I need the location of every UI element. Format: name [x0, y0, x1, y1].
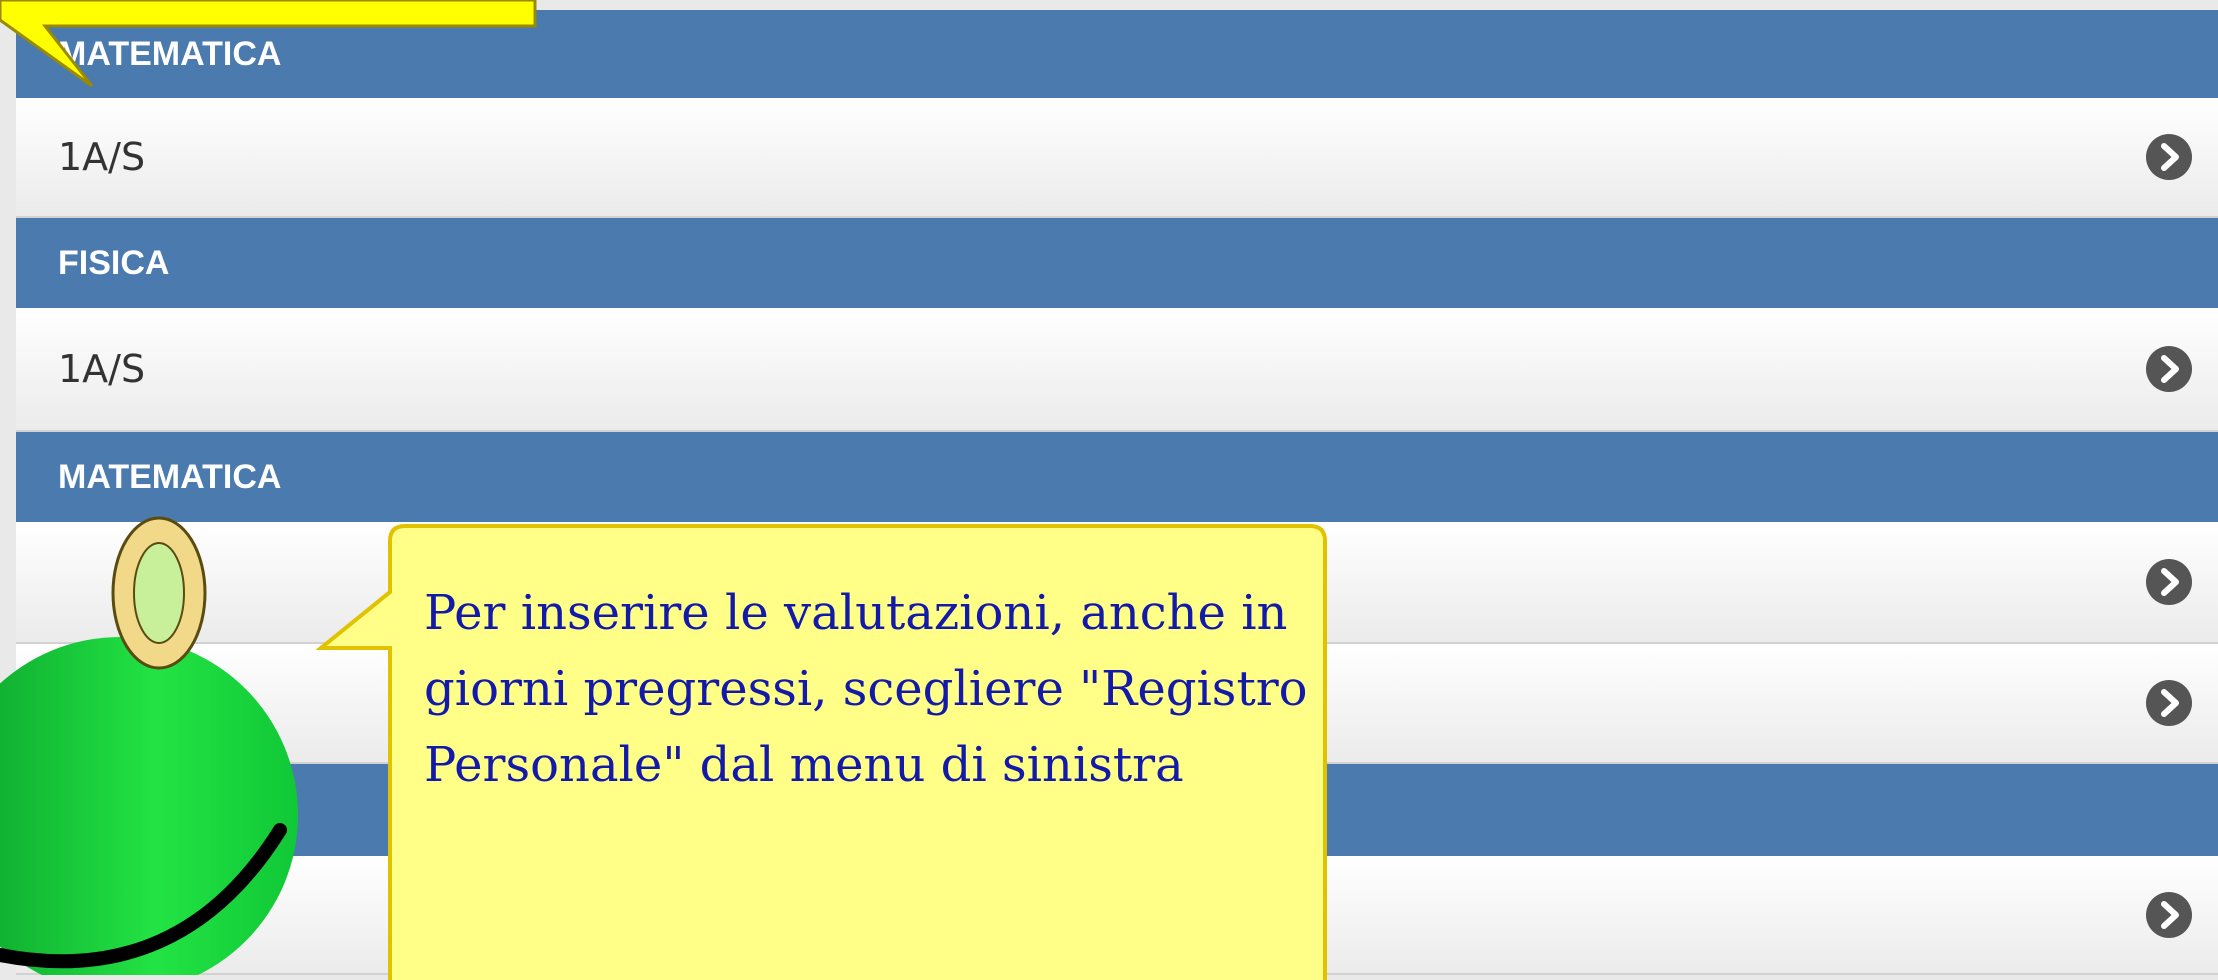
list-item-label: 1A/S — [58, 135, 146, 179]
list-item-1as[interactable]: 1A/S — [16, 98, 2218, 218]
list-header-matematica: MATEMATICA — [16, 432, 2218, 522]
chevron-right-icon — [2146, 680, 2192, 726]
list-item-1as[interactable]: 1A/S — [16, 308, 2218, 432]
list-header-label: MATEMATICA — [58, 457, 282, 496]
chevron-right-icon — [2146, 891, 2192, 938]
chevron-right-icon — [2146, 559, 2192, 605]
top-callout-bubble — [0, 0, 537, 88]
smiley-mascot-icon — [0, 516, 298, 975]
list-header-label: FISICA — [58, 243, 170, 282]
list-item-label: 1A/S — [58, 347, 146, 391]
tutorial-bubble-text: Per inserire le valutazioni, anche in gi… — [424, 585, 1308, 793]
chevron-right-icon — [2146, 346, 2192, 392]
chevron-right-icon — [2146, 134, 2192, 180]
list-header-fisica: FISICA — [16, 218, 2218, 308]
